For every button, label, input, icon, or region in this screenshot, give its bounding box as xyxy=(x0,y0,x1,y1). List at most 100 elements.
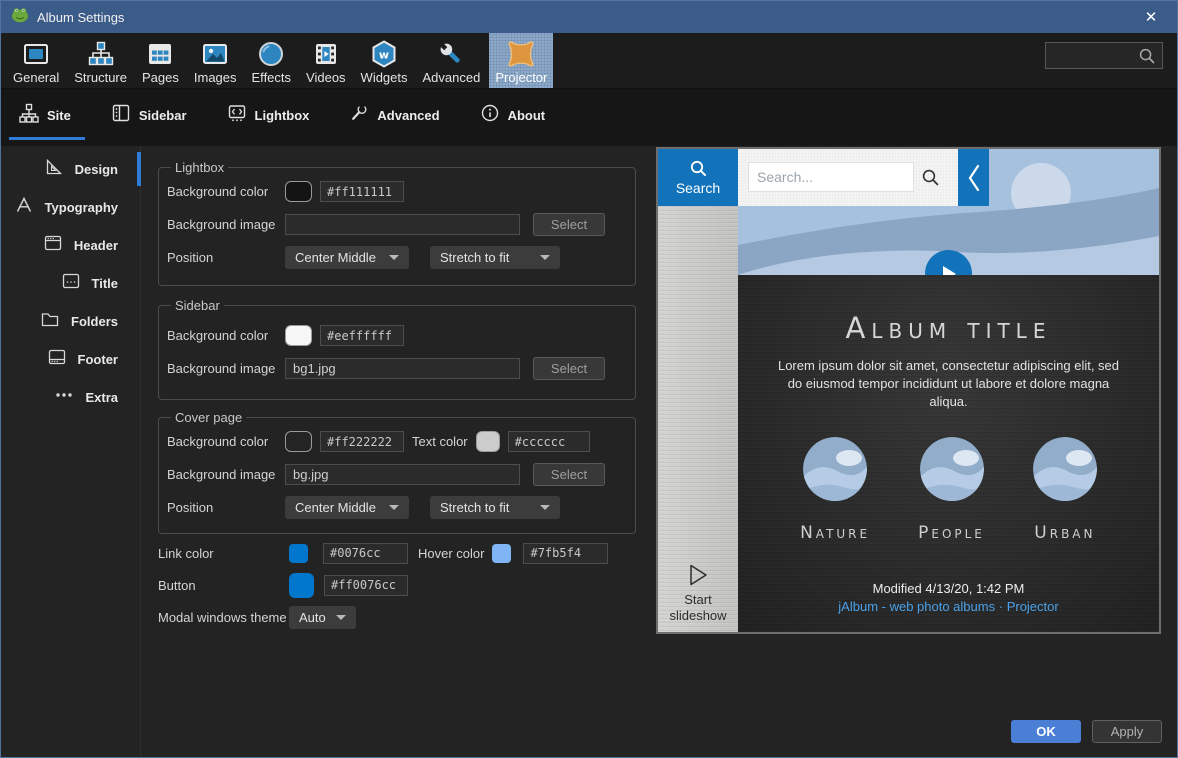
tab-site[interactable]: Site xyxy=(9,89,89,146)
nav-item-header[interactable]: Header xyxy=(1,226,140,264)
tab-sidebar[interactable]: Sidebar xyxy=(101,89,205,146)
close-button[interactable]: ✕ xyxy=(1131,1,1171,33)
sidebar-bg-color-hex-input[interactable] xyxy=(320,325,404,346)
hover-color-swatch[interactable] xyxy=(492,544,511,563)
sidebar-section: Sidebar Background color Background imag… xyxy=(158,298,636,400)
button-color-swatch[interactable] xyxy=(289,573,314,598)
ok-button[interactable]: OK xyxy=(1011,720,1081,743)
effects-icon xyxy=(256,37,286,70)
folder-thumb-people[interactable]: People xyxy=(918,437,985,543)
svg-text:w: w xyxy=(379,48,389,61)
link-color-hex-input[interactable] xyxy=(323,543,408,564)
jalbum-link[interactable]: jAlbum - web photo albums xyxy=(838,599,995,614)
nav-item-folders[interactable]: Folders xyxy=(1,302,140,340)
toolbar-search-box xyxy=(1045,42,1163,69)
search-icon xyxy=(689,159,708,178)
folder-thumb-urban[interactable]: Urban xyxy=(1033,437,1097,543)
general-icon xyxy=(21,37,51,70)
preview-topbar xyxy=(738,149,958,206)
toolbar-item-structure[interactable]: Structure xyxy=(68,33,133,88)
toolbar-item-pages[interactable]: Pages xyxy=(136,33,185,88)
chevron-down-icon xyxy=(336,615,346,620)
sidebar-bg-color-swatch[interactable] xyxy=(285,325,312,346)
toolbar-item-advanced[interactable]: Advanced xyxy=(417,33,487,88)
nav-item-typography[interactable]: Typography xyxy=(1,188,140,226)
lightbox-bg-color-swatch[interactable] xyxy=(285,181,312,202)
jalbum-logo-icon xyxy=(11,6,29,29)
sidebar-panel-icon xyxy=(111,103,131,128)
sidebar-bg-image-input[interactable] xyxy=(285,358,520,379)
lightbox-position-dropdown[interactable]: Center Middle xyxy=(285,246,409,269)
preview-content: Album title Lorem ipsum dolor sit amet, … xyxy=(738,275,1159,632)
toolbar-item-effects[interactable]: Effects xyxy=(246,33,298,88)
preview-footer: Modified 4/13/20, 1:42 PM jAlbum - web p… xyxy=(738,581,1159,614)
modal-theme-dropdown[interactable]: Auto xyxy=(289,606,356,629)
typography-icon xyxy=(14,195,34,220)
lightbox-bg-color-hex-input[interactable] xyxy=(320,181,404,202)
cover-page-section: Cover page Background color Text color B… xyxy=(158,410,636,534)
nav-item-extra[interactable]: Extra xyxy=(1,378,140,416)
hover-color-hex-input[interactable] xyxy=(523,543,608,564)
cover-position-dropdown[interactable]: Center Middle xyxy=(285,496,409,519)
lightbox-position-label: Position xyxy=(167,250,285,265)
start-slideshow-button[interactable]: Start slideshow xyxy=(658,562,738,624)
link-color-swatch[interactable] xyxy=(289,544,308,563)
wrench-icon xyxy=(436,37,466,70)
footer-icon xyxy=(47,347,67,372)
header-icon xyxy=(43,233,63,258)
nav-item-design[interactable]: Design xyxy=(1,150,140,188)
lightbox-section-legend: Lightbox xyxy=(171,160,228,175)
sidebar-bg-image-label: Background image xyxy=(167,361,285,376)
folder-thumb-image xyxy=(920,437,984,501)
site-tree-icon xyxy=(19,103,39,128)
chevron-down-icon xyxy=(389,255,399,260)
ellipsis-icon xyxy=(54,385,74,410)
modified-date: Modified 4/13/20, 1:42 PM xyxy=(738,581,1159,596)
cover-bg-color-swatch[interactable] xyxy=(285,431,312,452)
tab-about[interactable]: About xyxy=(470,89,564,146)
projector-skin-link[interactable]: Projector xyxy=(1007,599,1059,614)
cover-text-color-swatch[interactable] xyxy=(476,431,500,452)
images-icon xyxy=(200,37,230,70)
link-color-label: Link color xyxy=(158,546,289,561)
collapse-sidebar-button[interactable] xyxy=(958,149,989,206)
toolbar-item-videos[interactable]: Videos xyxy=(300,33,352,88)
lightbox-bg-image-input[interactable] xyxy=(285,214,520,235)
widgets-icon: w xyxy=(369,37,399,70)
lightbox-scale-dropdown[interactable]: Stretch to fit xyxy=(430,246,560,269)
sidebar-bg-image-select-button[interactable]: Select xyxy=(533,357,605,380)
sidebar-bg-color-label: Background color xyxy=(167,328,285,343)
dialog-actions: OK Apply xyxy=(1011,720,1162,743)
toolbar-search-input[interactable] xyxy=(1046,48,1138,63)
preview-search-button[interactable]: Search xyxy=(658,149,738,206)
nav-item-footer[interactable]: Footer xyxy=(1,340,140,378)
cover-text-color-label: Text color xyxy=(412,434,468,449)
toolbar-item-widgets[interactable]: w Widgets xyxy=(355,33,414,88)
chevron-down-icon xyxy=(540,505,550,510)
nav-item-title[interactable]: Title xyxy=(1,264,140,302)
sidebar-section-legend: Sidebar xyxy=(171,298,224,313)
apply-button[interactable]: Apply xyxy=(1092,720,1162,743)
cover-scale-dropdown[interactable]: Stretch to fit xyxy=(430,496,560,519)
skin-tabbar: Site Sidebar Lightbox Advanced About xyxy=(1,89,1177,146)
cover-bg-image-select-button[interactable]: Select xyxy=(533,463,605,486)
folder-thumb-nature[interactable]: Nature xyxy=(800,437,870,543)
cover-position-label: Position xyxy=(167,500,285,515)
design-icon xyxy=(44,157,64,182)
folder-icon xyxy=(40,309,60,334)
cover-bg-color-hex-input[interactable] xyxy=(320,431,404,452)
search-icon xyxy=(1138,47,1156,65)
toolbar-item-projector[interactable]: Projector xyxy=(489,33,553,88)
button-color-label: Button xyxy=(158,578,289,593)
lightbox-bg-image-select-button[interactable]: Select xyxy=(533,213,605,236)
tab-advanced[interactable]: Advanced xyxy=(339,89,457,146)
toolbar-item-general[interactable]: General xyxy=(7,33,65,88)
cover-text-color-hex-input[interactable] xyxy=(508,431,590,452)
tab-lightbox[interactable]: Lightbox xyxy=(217,89,328,146)
toolbar-item-images[interactable]: Images xyxy=(188,33,243,88)
play-outline-icon xyxy=(686,562,710,588)
button-color-hex-input[interactable] xyxy=(324,575,408,596)
preview-search-input[interactable] xyxy=(748,162,914,192)
main-toolbar: General Structure Pages Images Effects V… xyxy=(1,33,1177,89)
cover-bg-image-input[interactable] xyxy=(285,464,520,485)
